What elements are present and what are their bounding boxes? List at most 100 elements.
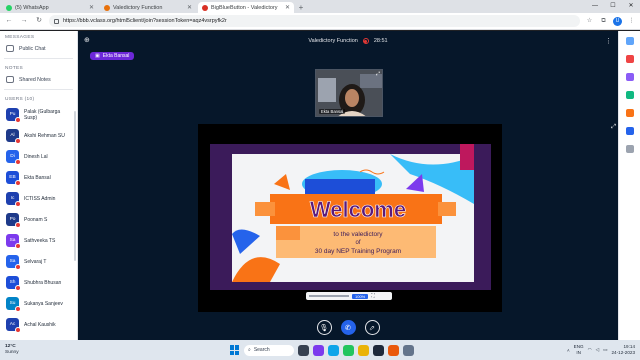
user-name: ICTISS Admin xyxy=(24,195,56,202)
address-bar[interactable]: https://bbb.vclass.org/html5client/join?… xyxy=(49,15,580,27)
volume-icon[interactable]: ◁ xyxy=(596,347,600,353)
user-item[interactable]: Ac Achal Kaushik xyxy=(0,314,77,335)
close-icon[interactable]: ✕ xyxy=(285,4,290,11)
presenter-icon: ▣ xyxy=(95,53,100,59)
user-item[interactable]: Al Akshi Rehman SU xyxy=(0,125,77,146)
user-item[interactable]: Ic ICTISS Admin xyxy=(0,188,77,209)
user-item[interactable]: Pu Palak (Gulbarga Susp) xyxy=(0,104,77,125)
zoom-value[interactable]: 100% xyxy=(352,293,369,299)
shared-notes-item[interactable]: Shared Notes xyxy=(0,73,77,86)
close-icon[interactable]: ✕ xyxy=(89,4,94,11)
user-item[interactable]: EB Ekta Bansal xyxy=(0,167,77,188)
office-icon[interactable] xyxy=(388,344,399,356)
settings-icon[interactable] xyxy=(403,344,414,356)
user-name: Poonam S xyxy=(24,216,48,223)
phone-icon[interactable]: ✆ xyxy=(340,320,356,335)
meeting-title: Valedictory Function xyxy=(308,38,358,44)
language-indicator[interactable]: ENG IN xyxy=(574,344,584,356)
user-item[interactable]: Sa Selvaraj T xyxy=(0,251,77,272)
url-text: https://bbb.vclass.org/html5client/join?… xyxy=(63,18,227,24)
menu-icon[interactable]: ⋮ xyxy=(627,17,636,26)
user-item[interactable]: Sa Sathveeka TS xyxy=(0,230,77,251)
tab-title: (5) WhatsApp xyxy=(15,4,49,11)
chevron-up-icon[interactable]: ˄ xyxy=(567,348,570,353)
muted-mic-icon xyxy=(15,180,21,186)
edge-icon[interactable] xyxy=(328,344,339,356)
task-view-icon[interactable] xyxy=(298,344,309,356)
clock[interactable]: 19:14 24-12-2023 xyxy=(612,344,636,356)
slide-line-2: of xyxy=(355,240,360,246)
browser-tab-bbb[interactable]: BigBlueButton - Valedictory ✕ xyxy=(198,2,294,13)
minimize-icon[interactable]: — xyxy=(586,0,604,13)
presenter-name: Ekta Bansal xyxy=(102,53,130,59)
system-tray: ˄ ENG IN ◠ ◁ ▭ 19:14 24-12-2023 xyxy=(567,344,635,356)
shared-notes-label: Shared Notes xyxy=(19,76,51,83)
webcam-name: Ekta Bansal xyxy=(319,109,346,114)
browser-tab-valedictory[interactable]: Valedictory Function ✕ xyxy=(100,2,196,13)
lock-icon xyxy=(54,18,59,24)
user-name: Selvaraj T xyxy=(24,258,47,265)
explorer-icon[interactable] xyxy=(358,344,369,356)
outlook-icon[interactable] xyxy=(625,127,634,135)
extensions-icon[interactable]: ⧉ xyxy=(599,17,608,26)
screen-share-icon[interactable]: ⬀ xyxy=(364,320,380,335)
clock-date: 24-12-2023 xyxy=(611,350,636,355)
user-item[interactable]: Sh Shubhra Bhusan xyxy=(0,272,77,293)
profile-avatar[interactable]: U xyxy=(613,16,622,26)
notes-icon xyxy=(6,76,14,83)
tab-title: BigBlueButton - Valedictory xyxy=(211,4,278,11)
teams-icon[interactable] xyxy=(313,344,324,356)
sidebar-scrollbar[interactable] xyxy=(74,111,76,261)
forward-icon[interactable]: → xyxy=(19,16,29,26)
shopping-icon[interactable] xyxy=(625,55,634,63)
user-name: Sukanya Sanjeev xyxy=(24,300,63,307)
user-name: Shubhra Bhusan xyxy=(24,279,62,286)
wifi-icon[interactable]: ◠ xyxy=(588,347,592,353)
search-icon[interactable] xyxy=(625,37,634,45)
store-icon[interactable] xyxy=(373,344,384,356)
slide-line-1: to the valedictory xyxy=(333,231,383,238)
recording-favicon-icon xyxy=(202,4,208,11)
recording-icon[interactable] xyxy=(362,38,369,44)
whatsapp-icon xyxy=(6,4,12,11)
meeting-area: ⊕ Valedictory Function 28:51 ⋮ ▣ Ekta Ba… xyxy=(78,31,618,340)
office-icon[interactable] xyxy=(625,109,634,117)
taskbar-search[interactable]: ⌕ Search xyxy=(244,344,294,356)
user-item[interactable]: Di Dinesh Lal xyxy=(0,146,77,167)
tools-icon[interactable] xyxy=(625,73,634,81)
user-item[interactable]: Su Sukanya Sanjeev xyxy=(0,293,77,314)
webcam-tile[interactable]: Ekta Bansal ⤢ xyxy=(315,69,383,117)
fullscreen-icon[interactable]: ⤢ xyxy=(611,124,616,131)
presentation-slide: Welcome to the valedictory of 30 day NEP… xyxy=(210,144,491,290)
user-item[interactable]: Po Poonam S xyxy=(0,209,77,230)
user-name: Achal Kaushik xyxy=(24,321,56,328)
avatar: Di xyxy=(6,150,21,165)
new-tab-button[interactable]: + xyxy=(296,2,306,13)
back-icon[interactable]: ← xyxy=(4,16,14,26)
muted-mic-icon xyxy=(15,201,21,207)
public-chat-item[interactable]: Public Chat xyxy=(0,42,77,55)
expand-icon[interactable]: ⤢ xyxy=(376,71,380,77)
presenter-badge: ▣ Ekta Bansal xyxy=(90,52,135,60)
avatar: Sa xyxy=(6,234,21,249)
battery-icon[interactable]: ▭ xyxy=(603,347,607,353)
user-name: Sathveeka TS xyxy=(24,237,56,244)
window-controls: — ☐ ✕ xyxy=(586,0,640,13)
avatar: Sa xyxy=(6,255,21,270)
close-window-icon[interactable]: ✕ xyxy=(622,0,640,13)
more-options-icon[interactable]: ⋮ xyxy=(605,37,612,45)
recording-timer: 28:51 xyxy=(373,38,388,44)
windows-start-icon[interactable] xyxy=(230,345,240,355)
reload-icon[interactable]: ↻ xyxy=(34,16,44,26)
fit-icon[interactable]: ⛶ xyxy=(371,293,375,299)
games-icon[interactable] xyxy=(625,91,634,99)
add-icon[interactable] xyxy=(625,145,634,153)
close-icon[interactable]: ✕ xyxy=(187,4,192,11)
weather-widget[interactable]: 12°C Sunny xyxy=(5,344,65,356)
chrome-icon[interactable] xyxy=(343,344,354,356)
star-icon[interactable]: ☆ xyxy=(585,17,594,26)
maximize-icon[interactable]: ☐ xyxy=(604,0,622,13)
microphone-icon[interactable]: 🎙 xyxy=(316,320,332,335)
zoom-slider[interactable] xyxy=(309,295,349,297)
browser-tab-whatsapp[interactable]: (5) WhatsApp ✕ xyxy=(2,2,98,13)
